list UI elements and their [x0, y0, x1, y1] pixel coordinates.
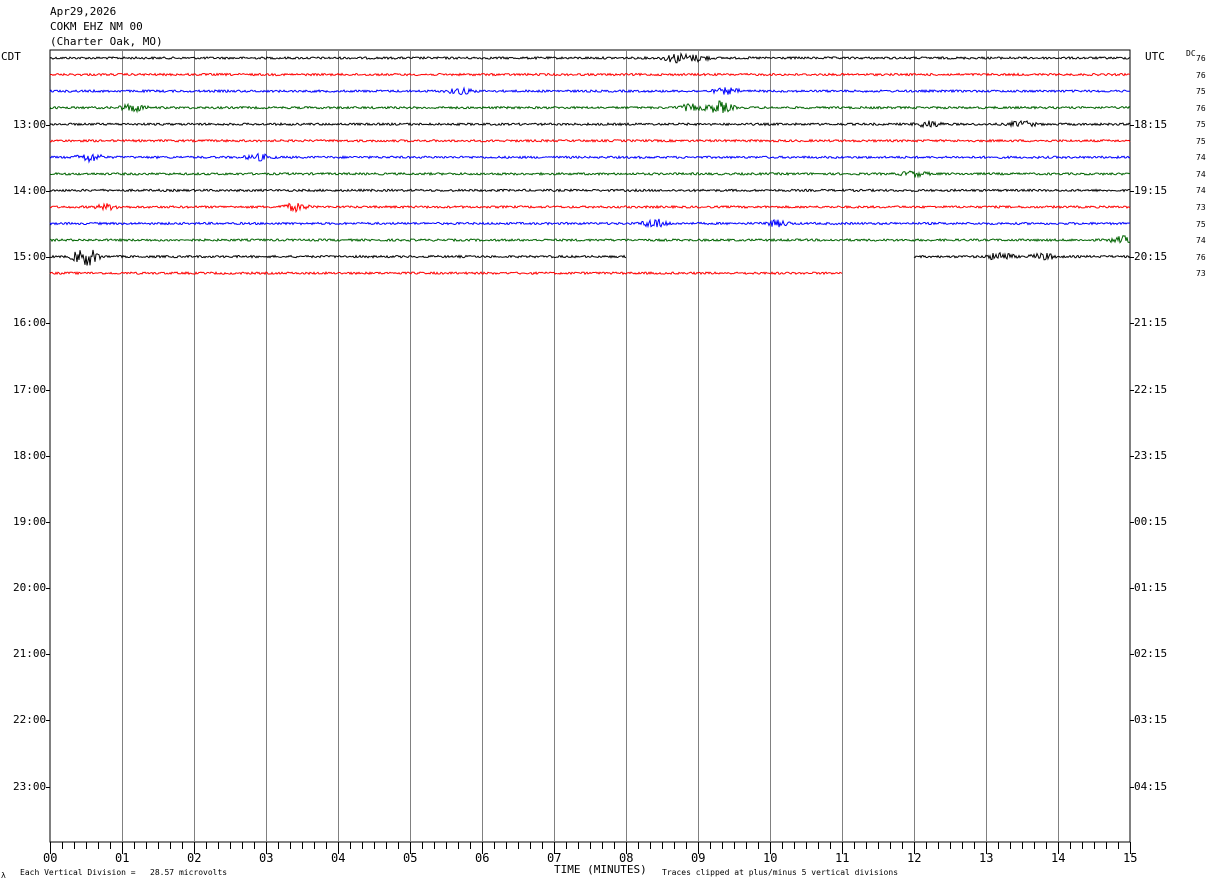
x-tick-label: 12 — [907, 851, 922, 865]
x-tick-label: 06 — [475, 851, 490, 865]
dc-offset-value: 74 — [1196, 236, 1206, 246]
x-tick-label: 10 — [763, 851, 778, 865]
dc-offset-value: 76 — [1196, 54, 1206, 63]
right-hour-label: 20:15 — [1134, 250, 1168, 264]
x-tick-label: 09 — [691, 851, 706, 865]
seismic-trace — [913, 251, 1131, 261]
right-hour-label: 18:15 — [1134, 118, 1168, 131]
right-hour-label: 19:15 — [1134, 184, 1168, 198]
seismic-trace — [49, 152, 1131, 164]
seismic-trace — [49, 100, 1131, 114]
right-hour-label: 01:15 — [1134, 581, 1168, 595]
right-hour-label: 22:15 — [1134, 382, 1168, 396]
seismic-trace — [49, 86, 1130, 96]
left-hour-label: 23:00 — [13, 779, 47, 793]
x-tick-label: 04 — [331, 851, 346, 865]
plot-frame — [49, 49, 1131, 843]
x-axis-label: TIME (MINUTES) — [554, 863, 647, 876]
dc-offset-value: 76 — [1196, 103, 1206, 113]
dc-offset-value: 75 — [1196, 219, 1206, 229]
seismic-trace — [49, 235, 1131, 244]
dc-offset-value: 76 — [1196, 252, 1206, 262]
seismic-trace — [49, 119, 1131, 129]
dc-offset-value: 76 — [1196, 70, 1206, 80]
left-hour-label: 20:00 — [13, 581, 47, 595]
seismic-trace — [49, 170, 1131, 179]
dc-offset-value: 73 — [1196, 269, 1206, 279]
right-hour-label: 21:15 — [1134, 316, 1168, 330]
x-tick-label: 15 — [1123, 851, 1138, 865]
x-tick-label: 02 — [187, 851, 202, 865]
division-note: Each Vertical Division = 28.57 microvolt… — [20, 868, 228, 877]
clip-note: Traces clipped at plus/minus 5 vertical … — [662, 868, 899, 877]
dc-offset-value: 74 — [1196, 186, 1206, 196]
left-hour-label: 14:00 — [13, 184, 47, 198]
right-hour-label: 00:15 — [1134, 514, 1168, 528]
dc-offset-value: 73 — [1196, 202, 1206, 212]
right-hour-label: 02:15 — [1134, 647, 1168, 661]
left-hour-label: 19:00 — [13, 514, 47, 528]
x-tick-label: 05 — [403, 851, 418, 865]
right-hour-label: 04:15 — [1134, 779, 1168, 793]
seismogram-plot — [46, 49, 1134, 854]
seismic-trace — [49, 72, 1131, 77]
left-hour-label: 21:00 — [13, 647, 47, 661]
left-hour-label: 16:00 — [13, 316, 47, 330]
dc-offset-value: 75 — [1196, 136, 1206, 146]
x-tick-label: 01 — [115, 851, 130, 865]
dc-offset-value: 74 — [1196, 153, 1206, 163]
seismic-trace — [49, 188, 1130, 193]
left-hour-label: 15:00 — [13, 250, 47, 264]
left-hour-label: 18:00 — [13, 448, 47, 462]
seismic-trace — [49, 52, 1131, 64]
x-tick-label: 03 — [259, 851, 274, 865]
left-hour-label: 22:00 — [13, 713, 47, 727]
x-tick-label: 00 — [43, 851, 58, 865]
left-hour-label: 13:00 — [13, 118, 47, 131]
seismic-trace — [49, 138, 1131, 143]
seismic-trace — [49, 271, 843, 276]
x-tick-label: 13 — [979, 851, 994, 865]
x-tick-label: 14 — [1051, 851, 1066, 865]
dc-offset-value: 75 — [1196, 120, 1206, 130]
seismic-trace — [49, 202, 1131, 214]
left-hour-label: 17:00 — [13, 382, 47, 396]
dc-offset-value: 74 — [1196, 169, 1206, 179]
x-tick-label: 11 — [835, 851, 850, 865]
seismic-trace — [49, 218, 1131, 229]
right-hour-label: 23:15 — [1134, 448, 1168, 462]
corner-mark: λ — [1, 871, 6, 880]
dc-offset-value: 75 — [1196, 87, 1206, 97]
right-hour-label: 03:15 — [1134, 713, 1168, 727]
